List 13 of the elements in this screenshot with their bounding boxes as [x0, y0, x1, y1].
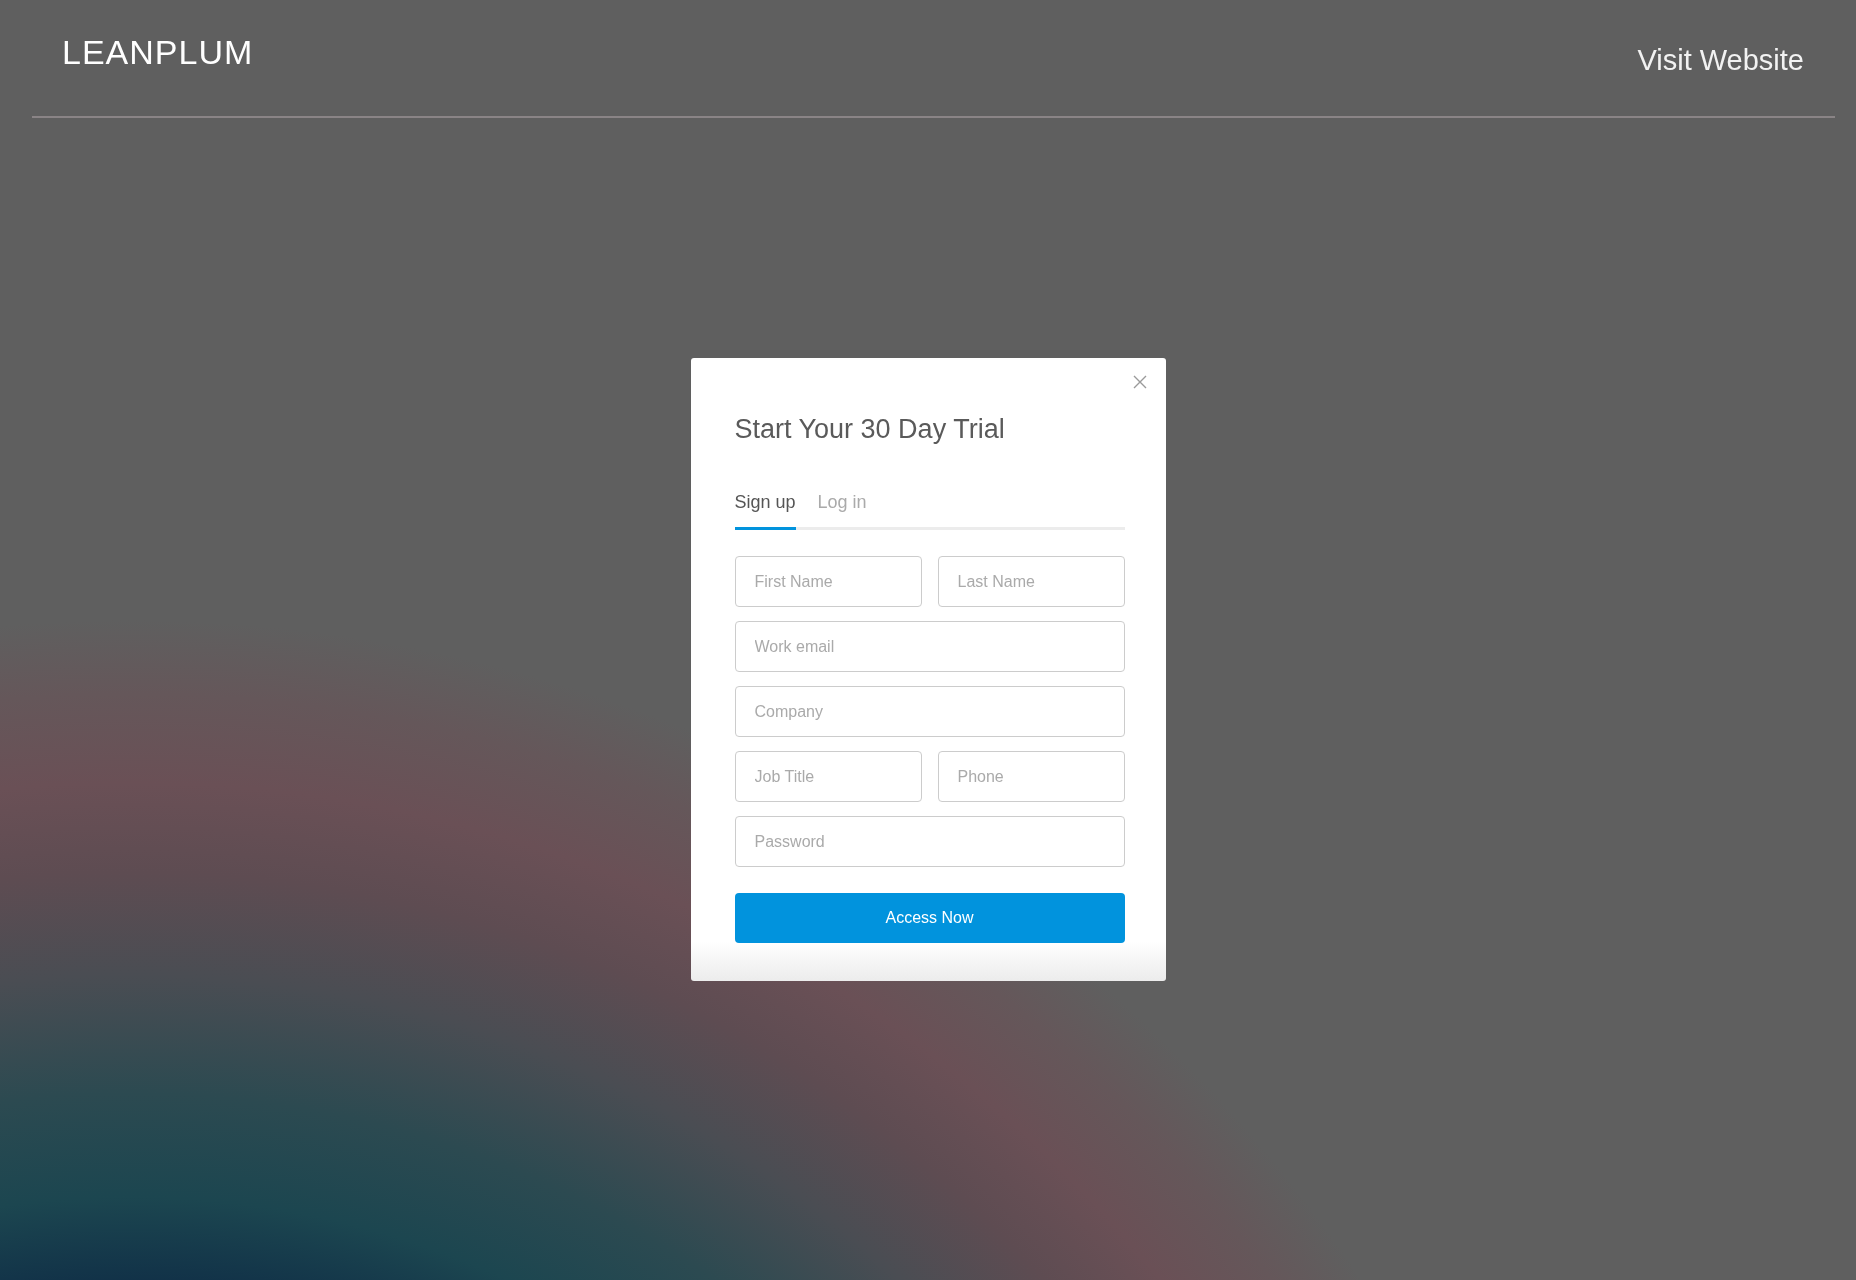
access-now-button[interactable]: Access Now: [734, 893, 1125, 944]
input-field[interactable]: Password: [734, 816, 1125, 868]
input-field[interactable]: Last Name: [937, 556, 1125, 608]
close-icon[interactable]: [1132, 374, 1147, 389]
tab[interactable]: Sign up: [734, 490, 796, 531]
dialog-title: Start Your 30 Day Trial: [734, 412, 1006, 446]
input-field[interactable]: First Name: [734, 556, 922, 608]
input-field[interactable]: Work email: [734, 621, 1125, 673]
input-field[interactable]: Phone: [937, 751, 1125, 803]
input-field[interactable]: Job Title: [734, 751, 922, 803]
logo: LEANPLUM: [62, 32, 254, 73]
input-field[interactable]: Company: [734, 686, 1125, 738]
visit-website-link[interactable]: Visit Website: [1637, 43, 1804, 78]
